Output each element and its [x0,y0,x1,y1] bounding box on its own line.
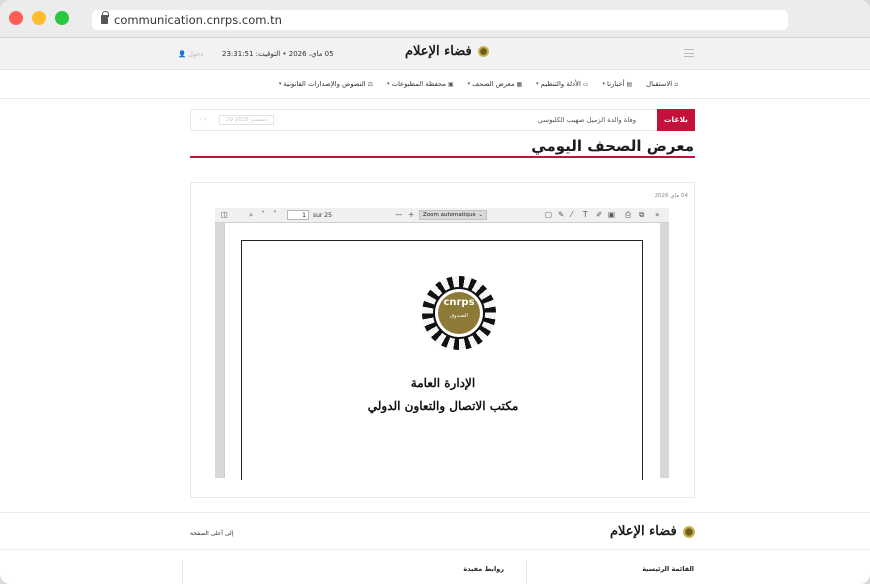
seal-center: cnrps الصندوق [438,292,480,334]
highlight-icon[interactable]: ⁄ [571,210,572,219]
nav-item-newspaper[interactable]: ▦ معرض الصحف ▾ [468,80,523,88]
legal-icon: ⚖ [367,80,374,88]
page-number-input[interactable]: 1 [287,210,309,220]
login-link[interactable]: 👤 دخول [178,50,203,58]
briefcase-icon: ▣ [447,80,454,88]
news-ticker: بلاغات وفاة والدة الزميل صهيب الكلبوسي 2… [190,109,695,131]
chevron-down-icon: ▾ [278,81,282,87]
pdf-page: cnrps الصندوق الإدارة العامة مكتب الاتصال… [225,223,660,480]
nav-item-label: الأدلة والتنظيم [540,80,581,88]
nav-item-legal[interactable]: ⚖ النصوص والإصدارات القانونية ▾ [279,80,373,88]
cnrps-seal-logo: cnrps الصندوق [422,276,496,350]
save-icon[interactable]: ⧉ [639,210,644,220]
main-nav: ⌂ الاستقبال ▤ أخبارنا ▾ ▭ الأدلة والتنظيم ▾ ▦ معر… [0,71,870,99]
page-total: sur 25 [313,212,332,219]
zoom-value: Zoom automatique [423,212,476,218]
title-divider [190,156,695,158]
footer-links-heading: روابط مفيدة [463,565,504,573]
zoom-out-icon[interactable]: — [395,210,403,219]
nav-item-label: أخبارنا [607,80,625,88]
draw-icon[interactable]: ✐ [596,210,602,219]
seal-text: cnrps [443,297,475,308]
menu-icon[interactable] [684,49,694,57]
home-icon: ⌂ [674,80,678,88]
image-icon[interactable]: ▣ [608,210,615,219]
site-logo[interactable]: فضاء الإعلام [405,44,490,59]
chevron-right-icon[interactable]: › [204,115,209,123]
logo-text: فضاء الإعلام [405,44,472,59]
news-icon: ▤ [626,80,633,88]
pdf-gutter-left [215,223,224,478]
nav-item-briefcase[interactable]: ▣ محفظة المطبوعات ▾ [387,80,454,88]
minimize-window-button[interactable] [32,11,46,25]
seal-subtext: الصندوق [450,313,468,319]
text-icon[interactable]: T [583,210,588,219]
back-to-top-link[interactable]: إلى أعلى الصفحة [190,530,233,537]
browser-chrome: communication.cnrps.com.tn [0,0,870,38]
pdf-viewer: ◫ ⌕ ˄ ˅ 1 sur 25 — + Zoom automatique ⌄ … [215,208,669,480]
card-date: 04 ماي 2026 [654,193,688,199]
chevron-down-icon: ⌄ [478,212,483,218]
footer-divider [0,512,870,513]
maximize-window-button[interactable] [55,11,69,25]
footer-logo[interactable]: فضاء الإعلام [610,524,696,539]
url-text: communication.cnrps.com.tn [114,13,282,27]
ticker-headline[interactable]: وفاة والدة الزميل صهيب الكلبوسي [538,116,636,124]
top-header: فضاء الإعلام 05 ماي، 2026 • التوقيت: 23:… [0,38,870,70]
pdf-page-border: cnrps الصندوق الإدارة العامة مكتب الاتصال… [241,240,643,480]
more-tools-icon[interactable]: » [655,210,660,219]
newspaper-icon: ▦ [516,80,523,88]
logo-sun-icon [476,45,490,58]
chevron-up-icon[interactable]: ˄ [261,210,265,219]
date-time-info: 05 ماي، 2026 • التوقيت: 23:31:51 [222,50,334,58]
ticker-badge: بلاغات [657,109,695,131]
page-title: معرض الصحف اليومي [531,137,694,155]
doc-line-2: مكتب الاتصال والتعاون الدولي [367,399,519,413]
comment-icon[interactable]: ▢ [545,210,552,219]
nav-item-home[interactable]: ⌂ الاستقبال [646,80,678,88]
chevron-down-icon: ▾ [467,81,471,87]
chevron-down-icon: ▾ [602,81,606,87]
footer-main-menu-heading: القائمة الرئيسية [642,565,694,573]
pdf-scrollbar[interactable] [660,223,669,478]
pdf-toolbar: ◫ ⌕ ˄ ˅ 1 sur 25 — + Zoom automatique ⌄ … [215,208,669,223]
doc-line-1: الإدارة العامة [410,376,476,390]
nav-item-label: الاستقبال [646,80,673,88]
footer-col-divider [182,560,183,584]
print-icon[interactable]: ⎙ [625,210,631,220]
nav-item-label: النصوص والإصدارات القانونية [283,80,366,88]
chevron-down-icon: ▾ [536,81,539,87]
nav-item-label: معرض الصحف [472,80,515,88]
logo-sun-icon [681,524,696,539]
address-bar[interactable]: communication.cnrps.com.tn [92,10,788,30]
zoom-select[interactable]: Zoom automatique ⌄ [419,210,487,220]
close-window-button[interactable] [9,11,23,25]
ticker-arrows[interactable]: ‹› [199,115,209,123]
search-icon[interactable]: ⌕ [249,210,253,220]
zoom-in-icon[interactable]: + [408,210,414,219]
lock-icon [101,11,109,24]
chevron-down-icon[interactable]: ˅ [273,210,277,219]
nav-item-news[interactable]: ▤ أخبارنا ▾ [603,80,633,88]
footer-col-divider [526,560,527,584]
nav-item-folder[interactable]: ▭ الأدلة والتنظيم ▾ [536,80,588,88]
browser-window: communication.cnrps.com.tn فضاء الإعلام … [0,0,870,584]
sidebar-toggle-icon[interactable]: ◫ [221,210,228,219]
signature-icon[interactable]: ✎ [558,210,564,219]
folder-icon: ▭ [582,80,589,88]
login-label: دخول [188,50,204,58]
ticker-date: 29 ديسمبر 2025 [219,115,275,125]
chevron-down-icon: ▾ [387,81,390,87]
nav-item-label: محفظة المطبوعات [391,80,446,88]
footer-logo-text: فضاء الإعلام [610,524,677,539]
footer-divider-2 [0,549,870,550]
